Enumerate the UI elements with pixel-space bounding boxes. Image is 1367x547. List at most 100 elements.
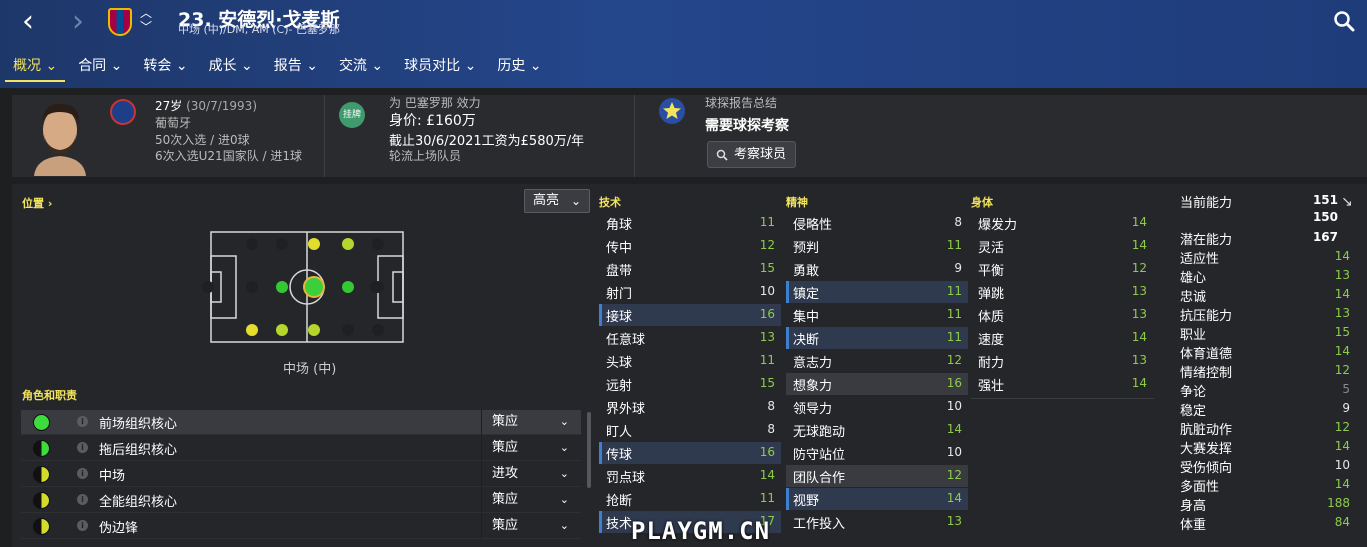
attribute-row[interactable]: 弹跳 13 [971,281,1153,303]
ability-row[interactable]: 多面性 14 [1180,476,1350,495]
ability-row[interactable]: 忠诚 14 [1180,286,1350,305]
attribute-row[interactable]: 任意球 13 [599,327,781,349]
menu-interaction[interactable]: 交流 ⌄ [331,56,391,82]
player-nationality[interactable]: 葡萄牙 [155,114,191,131]
menu-history[interactable]: 历史 ⌄ [489,56,549,82]
attribute-row[interactable]: 盯人 8 [599,419,781,441]
player-switch-icon[interactable]: ︿ ﹀ [140,6,152,34]
menu-development[interactable]: 成长 ⌄ [201,56,261,82]
ability-row[interactable]: 150 [1180,209,1350,228]
duty-dropdown[interactable]: 策应 ⌄ [481,436,581,461]
role-row[interactable]: i 全能组织核心 策应 ⌄ [21,488,581,513]
attribute-row[interactable]: 强壮 14 [971,373,1153,395]
info-icon[interactable]: i [77,416,88,427]
ability-value: 84 [1334,515,1350,529]
menu-contract[interactable]: 合同 ⌄ [70,56,130,82]
attribute-row[interactable]: 视野 14 [786,488,968,510]
attribute-row[interactable]: 灵活 14 [971,235,1153,257]
role-row[interactable]: i 中场 进攻 ⌄ [21,462,581,487]
attribute-value: 13 [946,514,962,528]
ability-row[interactable]: 抗压能力 13 [1180,305,1350,324]
info-icon[interactable]: i [77,442,88,453]
ability-row[interactable]: 职业 15 [1180,324,1350,343]
ability-row[interactable]: 适应性 14 [1180,248,1350,267]
attribute-row[interactable]: 体质 13 [971,304,1153,326]
attribute-row[interactable]: 集中 11 [786,304,968,326]
attribute-row[interactable]: 侵略性 8 [786,212,968,234]
duty-dropdown[interactable]: 进攻 ⌄ [481,462,581,487]
scout-player-button[interactable]: 考察球员 [707,141,796,168]
role-row[interactable]: i 前场组织核心 策应 ⌄ [21,410,581,435]
attribute-name: 集中 [793,310,820,325]
attribute-row[interactable]: 预判 11 [786,235,968,257]
role-row[interactable]: i 伪边锋 策应 ⌄ [21,514,581,539]
menu-reports[interactable]: 报告 ⌄ [266,56,326,82]
duty-dropdown[interactable]: 策应 ⌄ [481,514,581,539]
player-position-subtitle: 中场 (中)/DM, AM (C)- 巴塞罗那 [178,23,340,36]
info-icon[interactable]: i [77,520,88,531]
ability-row[interactable]: 体育道德 14 [1180,343,1350,362]
attribute-row[interactable]: 接球 16 [599,304,781,326]
ability-row[interactable]: 情绪控制 12 [1180,362,1350,381]
attribute-row[interactable]: 想象力 16 [786,373,968,395]
attribute-row[interactable]: 爆发力 14 [971,212,1153,234]
attribute-row[interactable]: 意志力 12 [786,350,968,372]
ability-row[interactable]: 受伤倾向 10 [1180,457,1350,476]
back-arrow-icon[interactable]: ‹ [22,4,34,39]
attribute-value: 8 [767,422,775,436]
forward-arrow-icon[interactable]: › [72,4,84,39]
ability-row[interactable]: 肮脏动作 12 [1180,419,1350,438]
attribute-row[interactable]: 团队合作 12 [786,465,968,487]
duty-dropdown[interactable]: 策应 ⌄ [481,488,581,513]
attribute-row[interactable]: 速度 14 [971,327,1153,349]
attribute-value: 14 [1131,330,1147,344]
menu-overview[interactable]: 概况 ⌄ [5,56,66,82]
duty-label: 策应 [492,440,519,455]
ability-row[interactable]: 体重 84 [1180,514,1350,533]
position-section-title[interactable]: 位置 › [22,195,52,211]
attribute-name: 强壮 [978,379,1005,394]
attribute-row[interactable]: 耐力 13 [971,350,1153,372]
highlight-dropdown[interactable]: 高亮 ⌄ [524,189,590,213]
ability-row[interactable]: 潜在能力 167 [1180,229,1350,248]
attribute-row[interactable]: 防守站位 10 [786,442,968,464]
attribute-row[interactable]: 射门 10 [599,281,781,303]
ability-row[interactable]: 身高 188 [1180,495,1350,514]
info-icon[interactable]: i [77,494,88,505]
duty-dropdown[interactable]: 策应 ⌄ [481,410,581,435]
role-row[interactable]: i 拖后组织核心 策应 ⌄ [21,436,581,461]
roles-scrollbar[interactable] [587,412,591,488]
attribute-name: 防守站位 [793,448,846,463]
menu-transfer[interactable]: 转会 ⌄ [135,56,195,82]
player-avatar[interactable] [24,96,96,176]
attribute-row[interactable]: 平衡 12 [971,258,1153,280]
attribute-row[interactable]: 无球跑动 14 [786,419,968,441]
attribute-row[interactable]: 抢断 11 [599,488,781,510]
attribute-row[interactable]: 工作投入 13 [786,511,968,533]
position-dot [342,281,354,293]
club-crest-icon[interactable] [108,8,132,36]
ability-row[interactable]: 雄心 13 [1180,267,1350,286]
attribute-row[interactable]: 界外球 8 [599,396,781,418]
ability-row[interactable]: 大赛发挥 14 [1180,438,1350,457]
attribute-row[interactable]: 决断 11 [786,327,968,349]
ability-row[interactable]: 争论 5 [1180,381,1350,400]
attribute-row[interactable]: 角球 11 [599,212,781,234]
ability-row[interactable]: 稳定 9 [1180,400,1350,419]
duty-label: 策应 [492,414,519,429]
attribute-row[interactable]: 传球 16 [599,442,781,464]
attribute-row[interactable]: 远射 15 [599,373,781,395]
attribute-name: 界外球 [606,402,646,417]
attribute-row[interactable]: 领导力 10 [786,396,968,418]
key-attribute-marker [599,304,602,326]
attribute-row[interactable]: 传中 12 [599,235,781,257]
attribute-row[interactable]: 勇敢 9 [786,258,968,280]
attribute-row[interactable]: 盘带 15 [599,258,781,280]
attribute-row[interactable]: 镇定 11 [786,281,968,303]
attribute-row[interactable]: 罚点球 14 [599,465,781,487]
key-attribute-marker [786,281,789,303]
menu-compare[interactable]: 球员对比 ⌄ [396,56,484,82]
attribute-row[interactable]: 头球 11 [599,350,781,372]
search-icon[interactable] [1333,10,1355,32]
info-icon[interactable]: i [77,468,88,479]
